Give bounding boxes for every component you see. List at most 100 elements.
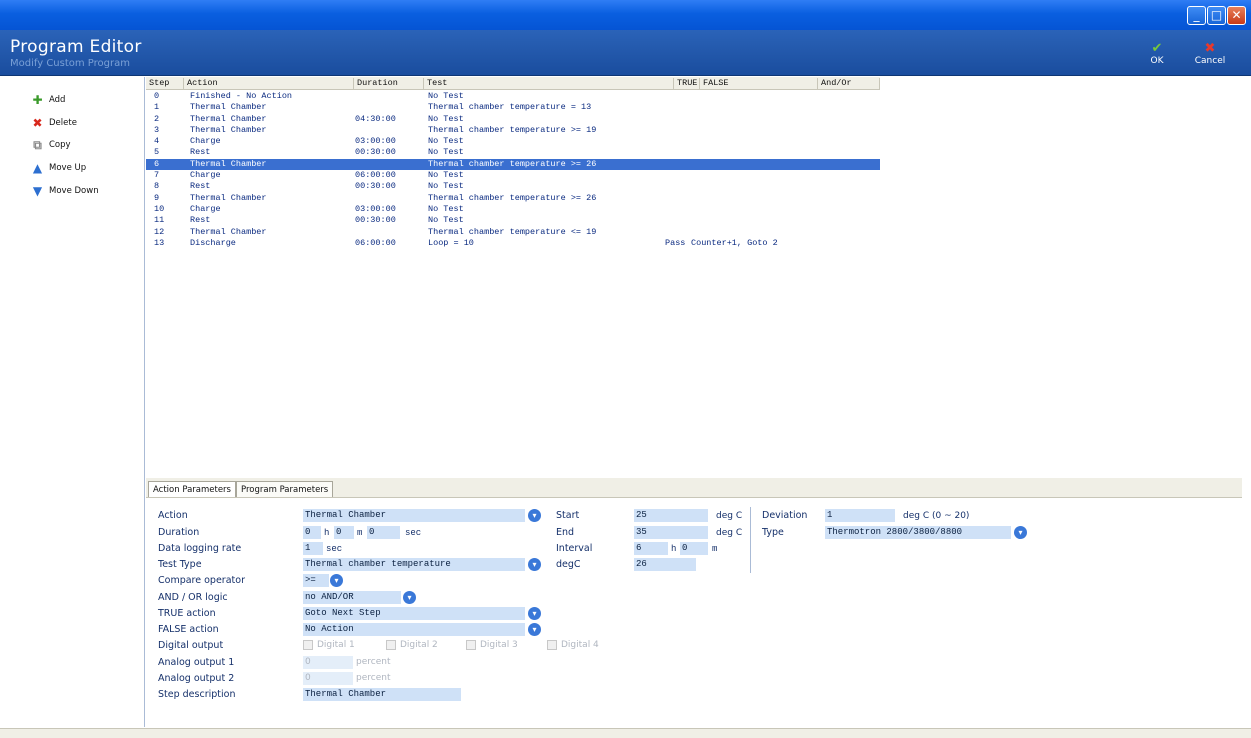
cell-test: Thermal chamber temperature >= 26: [428, 158, 597, 169]
cell-duration: 00:30:00: [355, 181, 396, 192]
false-action-select[interactable]: No Action: [303, 623, 525, 636]
table-row[interactable]: 4 Charge 03:00:00 No Test: [146, 136, 880, 147]
ok-label: OK: [1150, 56, 1164, 66]
digital-3-checkbox[interactable]: Digital 3: [466, 640, 518, 650]
cell-action: Rest: [190, 147, 211, 158]
table-row[interactable]: 2 Thermal Chamber 04:30:00 No Test: [146, 114, 880, 125]
table-row[interactable]: 11 Rest 00:30:00 No Test: [146, 215, 880, 226]
cell-duration: 04:30:00: [355, 113, 396, 124]
tab-program-parameters[interactable]: Program Parameters: [236, 481, 334, 497]
move-down-label: Move Down: [49, 186, 99, 196]
steps-table: Step Action Duration Test TRUE FALSE And…: [146, 77, 1242, 477]
true-action-dropdown-icon[interactable]: ▾: [528, 607, 541, 620]
duration-seconds-field[interactable]: 0: [367, 526, 400, 539]
table-row[interactable]: 7 Charge 06:00:00 No Test: [146, 170, 880, 181]
table-row[interactable]: 9 Thermal Chamber Thermal chamber temperat…: [146, 193, 880, 204]
action-select[interactable]: Thermal Chamber: [303, 509, 525, 522]
cell-test: Thermal chamber temperature >= 26: [428, 192, 597, 203]
move-up-button[interactable]: ▲ Move Up: [31, 160, 86, 176]
cell-test: No Test: [428, 203, 464, 214]
type-dropdown-icon[interactable]: ▾: [1014, 526, 1027, 539]
checkbox-box: [303, 640, 313, 650]
table-row[interactable]: 8 Rest 00:30:00 No Test: [146, 181, 880, 192]
interval-minutes-field[interactable]: 0: [680, 542, 708, 555]
cell-action: Charge: [190, 136, 221, 147]
cell-test: No Test: [428, 136, 464, 147]
table-row[interactable]: 0 Finished - No Action No Test: [146, 91, 880, 102]
cell-test: No Test: [428, 170, 464, 181]
minimize-button[interactable]: _: [1187, 6, 1206, 25]
col-duration[interactable]: Duration: [354, 78, 424, 90]
end-unit: deg C: [716, 528, 743, 538]
cell-action: Thermal Chamber: [190, 124, 267, 135]
interval-hours-field[interactable]: 6: [634, 542, 668, 555]
cell-step: 12: [154, 226, 165, 237]
cell-step: 5: [154, 147, 160, 158]
table-row[interactable]: 12 Thermal Chamber Thermal chamber tempera…: [146, 227, 880, 238]
degc-field[interactable]: 26: [634, 558, 696, 571]
digital-1-checkbox[interactable]: Digital 1: [303, 640, 355, 650]
table-row[interactable]: 3 Thermal Chamber Thermal chamber temperat…: [146, 125, 880, 136]
move-down-button[interactable]: ▼ Move Down: [31, 183, 99, 199]
andor-dropdown-icon[interactable]: ▾: [403, 591, 416, 604]
table-row[interactable]: 5 Rest 00:30:00 No Test: [146, 147, 880, 158]
test-type-dropdown-icon[interactable]: ▾: [528, 558, 541, 571]
analog-1-field[interactable]: 0: [303, 656, 353, 669]
col-andor[interactable]: And/Or: [818, 78, 880, 90]
logging-rate-field[interactable]: 1: [303, 542, 323, 555]
table-row[interactable]: 6 Thermal Chamber Thermal chamber temperat…: [146, 158, 880, 171]
table-row[interactable]: 1 Thermal Chamber Thermal chamber temperat…: [146, 102, 880, 113]
delete-button[interactable]: ✖ Delete: [31, 115, 76, 131]
copy-button[interactable]: ⧉ Copy: [31, 137, 70, 153]
compare-operator-select[interactable]: >=: [303, 574, 329, 587]
duration-hours-field[interactable]: 0: [303, 526, 321, 539]
cell-step: 10: [154, 203, 165, 214]
deviation-unit: deg C (0 ~ 20): [903, 511, 970, 521]
close-button[interactable]: ✕: [1227, 6, 1246, 25]
delete-icon: ✖: [32, 116, 43, 130]
cell-duration: 06:00:00: [355, 237, 396, 248]
cell-test: No Test: [428, 215, 464, 226]
checkbox-box: [547, 640, 557, 650]
type-select[interactable]: Thermotron 2800/3800/8800: [825, 526, 1011, 539]
cell-step: 7: [154, 170, 160, 181]
table-row[interactable]: 13 Discharge 06:00:00 Loop = 10 Pass Counter+…: [146, 238, 880, 249]
start-field[interactable]: 25: [634, 509, 708, 522]
label-true-action: TRUE action: [158, 608, 216, 619]
column-divider: [750, 507, 751, 573]
tab-action-parameters[interactable]: Action Parameters: [148, 481, 236, 497]
label-duration: Duration: [158, 527, 200, 538]
digital-2-checkbox[interactable]: Digital 2: [386, 640, 438, 650]
label-interval: Interval: [556, 543, 593, 554]
label-analog1: Analog output 1: [158, 657, 235, 668]
analog-2-field[interactable]: 0: [303, 672, 353, 685]
step-description-field[interactable]: Thermal Chamber: [303, 688, 461, 701]
col-action[interactable]: Action: [184, 78, 354, 90]
duration-minutes-field[interactable]: 0: [334, 526, 354, 539]
cell-test: No Test: [428, 91, 464, 101]
cell-test: Thermal chamber temperature = 13: [428, 102, 592, 113]
digital-4-checkbox[interactable]: Digital 4: [547, 640, 599, 650]
true-action-select[interactable]: Goto Next Step: [303, 607, 525, 620]
test-type-select[interactable]: Thermal chamber temperature: [303, 558, 525, 571]
col-true[interactable]: TRUE: [674, 78, 700, 90]
maximize-button[interactable]: □: [1207, 6, 1226, 25]
action-dropdown-icon[interactable]: ▾: [528, 509, 541, 522]
add-button[interactable]: ✚ Add: [31, 92, 65, 108]
end-field[interactable]: 35: [634, 526, 708, 539]
cell-test: No Test: [428, 113, 464, 124]
andor-select[interactable]: no AND/OR: [303, 591, 401, 604]
label-analog2: Analog output 2: [158, 673, 235, 684]
cancel-button[interactable]: ✖ Cancel: [1188, 42, 1232, 66]
cancel-label: Cancel: [1194, 56, 1226, 66]
ok-button[interactable]: ✔ OK: [1135, 42, 1179, 66]
col-test[interactable]: Test: [424, 78, 674, 90]
false-action-dropdown-icon[interactable]: ▾: [528, 623, 541, 636]
col-step[interactable]: Step: [146, 78, 184, 90]
table-row[interactable]: 10 Charge 03:00:00 No Test: [146, 204, 880, 215]
col-false[interactable]: FALSE: [700, 78, 818, 90]
compare-dropdown-icon[interactable]: ▾: [330, 574, 343, 587]
label-action: Action: [158, 510, 188, 521]
deviation-field[interactable]: 1: [825, 509, 895, 522]
label-type: Type: [762, 527, 784, 538]
